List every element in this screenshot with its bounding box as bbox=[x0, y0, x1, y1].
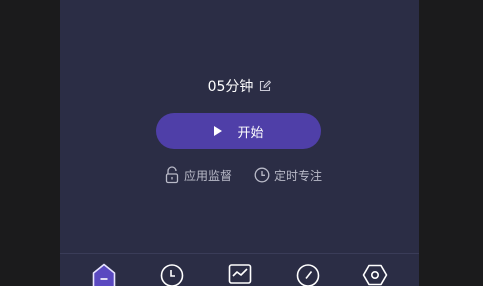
start-button-label: 开始 bbox=[237, 125, 264, 141]
timed-focus-link[interactable]: 定时专注 bbox=[254, 166, 322, 184]
nav-divider bbox=[60, 253, 419, 254]
clock-icon[interactable] bbox=[159, 262, 185, 286]
start-button[interactable]: 开始 bbox=[156, 113, 321, 149]
focus-duration[interactable]: 05分钟 bbox=[60, 76, 419, 96]
clock-icon bbox=[254, 166, 270, 184]
duration-value: 05分钟 bbox=[207, 79, 254, 95]
quick-links: 应用监督 定时专注 bbox=[164, 166, 322, 184]
timed-focus-label: 定时专注 bbox=[274, 168, 323, 183]
home-icon[interactable] bbox=[91, 262, 117, 286]
app-screen: 05分钟 开始 应用监督 定时专注 bbox=[60, 0, 419, 286]
chart-icon[interactable] bbox=[227, 262, 253, 286]
compass-icon[interactable] bbox=[295, 262, 321, 286]
play-icon bbox=[213, 125, 223, 137]
app-supervision-link[interactable]: 应用监督 bbox=[164, 166, 232, 184]
settings-icon[interactable] bbox=[362, 262, 388, 286]
edit-icon[interactable] bbox=[259, 80, 272, 92]
app-supervision-label: 应用监督 bbox=[184, 168, 233, 183]
bottom-navigation bbox=[60, 262, 419, 286]
lock-icon bbox=[164, 166, 180, 184]
